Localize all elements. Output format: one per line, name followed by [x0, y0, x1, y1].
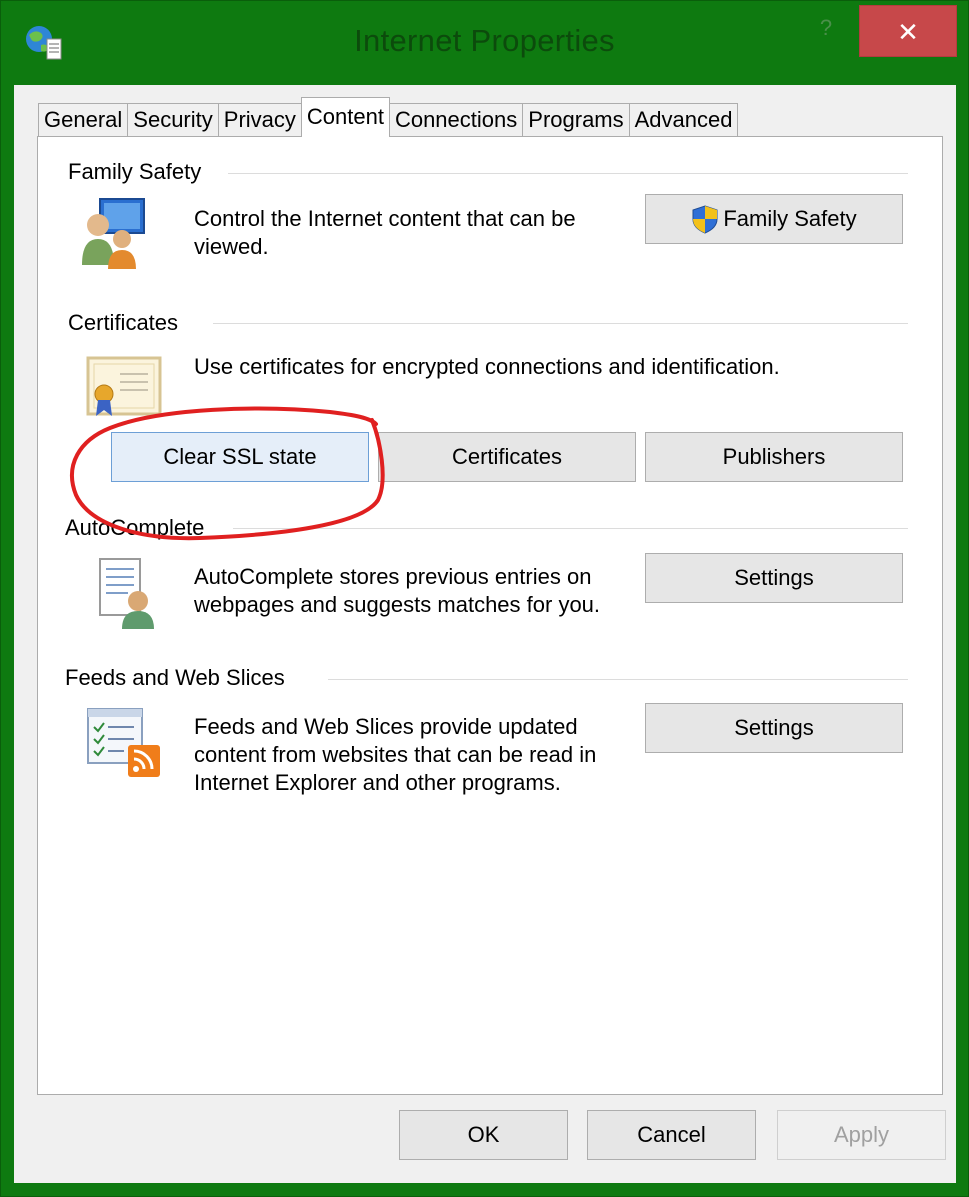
tab-general[interactable]: General — [38, 103, 129, 137]
feeds-settings-button[interactable]: Settings — [645, 703, 903, 753]
tab-privacy[interactable]: Privacy — [217, 103, 302, 137]
internet-properties-window: Internet Properties ? ✕ General Security… — [0, 0, 969, 1197]
tab-programs[interactable]: Programs — [522, 103, 630, 137]
family-safety-description: Control the Internet content that can be… — [194, 206, 576, 259]
ok-button[interactable]: OK — [399, 1110, 568, 1160]
tab-advanced[interactable]: Advanced — [628, 103, 739, 137]
autocomplete-divider — [233, 528, 908, 529]
family-safety-heading: Family Safety — [68, 159, 214, 185]
cancel-button[interactable]: Cancel — [587, 1110, 756, 1160]
family-safety-icon — [82, 198, 145, 269]
autocomplete-description: AutoComplete stores previous entries on … — [194, 564, 601, 617]
tab-security[interactable]: Security — [127, 103, 219, 137]
feeds-divider — [328, 679, 908, 680]
dialog-client-area: General Security Privacy Content Connect… — [14, 85, 956, 1183]
certificates-button[interactable]: Certificates — [378, 432, 636, 482]
autocomplete-settings-button[interactable]: Settings — [645, 553, 903, 603]
tab-connections[interactable]: Connections — [388, 103, 524, 137]
feeds-icon — [87, 708, 160, 777]
close-button[interactable]: ✕ — [859, 5, 957, 57]
help-button[interactable]: ? — [801, 11, 851, 51]
certificates-heading: Certificates — [68, 310, 191, 336]
apply-button[interactable]: Apply — [777, 1110, 946, 1160]
family-safety-button[interactable]: Family Safety — [645, 194, 903, 244]
certificate-icon — [86, 356, 162, 416]
tab-strip: General Security Privacy Content Connect… — [38, 97, 739, 137]
tab-content[interactable]: Content — [300, 97, 390, 137]
autocomplete-heading: AutoComplete — [65, 515, 217, 541]
certificates-description: Use certificates for encrypted connectio… — [194, 354, 780, 379]
title-bar[interactable]: Internet Properties ? ✕ — [1, 1, 968, 85]
clear-ssl-state-button[interactable]: Clear SSL state — [111, 432, 369, 482]
feeds-description: Feeds and Web Slices provide updated con… — [194, 714, 597, 795]
family-safety-button-label: Family Safety — [723, 206, 857, 231]
feeds-heading: Feeds and Web Slices — [65, 665, 297, 691]
certificates-divider — [213, 323, 908, 324]
uac-shield-icon — [692, 205, 718, 234]
autocomplete-icon — [99, 558, 154, 629]
family-safety-divider — [228, 173, 908, 174]
content-tab-panel: Family Safety Control the Internet conte… — [37, 136, 943, 1095]
publishers-button[interactable]: Publishers — [645, 432, 903, 482]
